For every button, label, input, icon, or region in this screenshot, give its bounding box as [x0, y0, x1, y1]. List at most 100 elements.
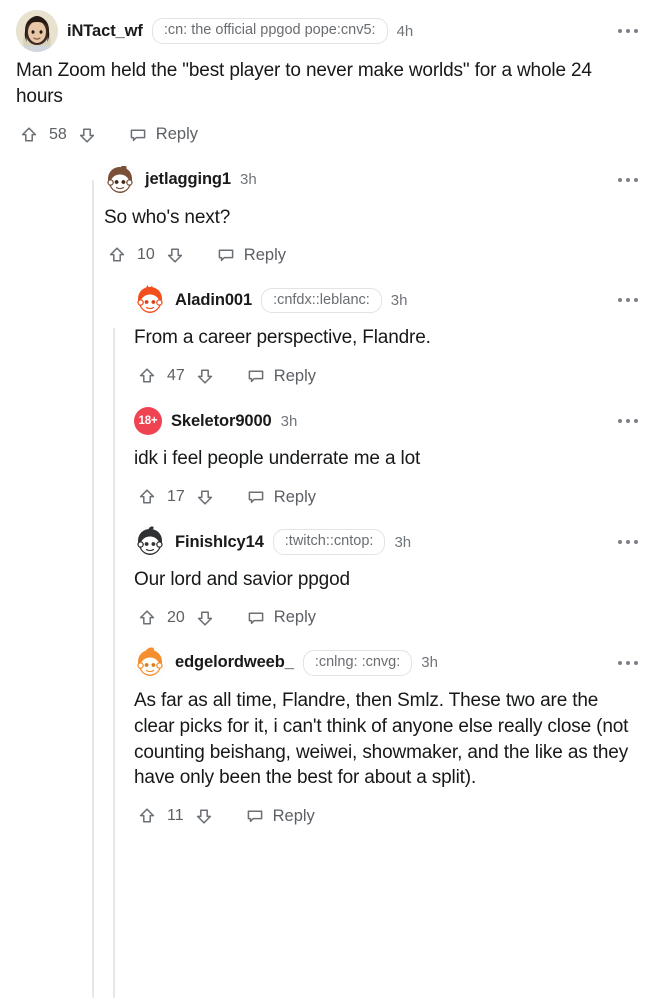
vote-score: 47	[167, 367, 185, 385]
comment-actions: 20 Reply	[134, 605, 642, 635]
comment-bubble-icon	[248, 370, 264, 383]
comment-bubble-icon	[248, 612, 264, 625]
vote-group: 17	[134, 484, 218, 510]
snoo-avatar-icon	[134, 646, 166, 679]
comment-header: 18+ Skeletor9000 3h	[134, 403, 642, 439]
upvote-arrow-icon[interactable]	[16, 122, 42, 148]
comment-timestamp: 3h	[394, 533, 412, 551]
comment-header: jetlagging1 3h	[104, 162, 642, 198]
reply-button[interactable]: Reply	[242, 363, 320, 389]
more-options-icon[interactable]	[614, 413, 642, 429]
upvote-arrow-icon[interactable]	[134, 803, 160, 829]
downvote-arrow-icon[interactable]	[162, 242, 188, 268]
upvote-arrow-icon[interactable]	[104, 242, 130, 268]
reply-button[interactable]: Reply	[242, 484, 320, 510]
vote-group: 10	[104, 242, 188, 268]
reply-label: Reply	[273, 487, 316, 506]
vote-score: 10	[137, 246, 155, 264]
vote-score: 11	[167, 807, 184, 825]
nsfw-18-plus-icon[interactable]: 18+	[134, 407, 162, 436]
comment-thread: iNTact_wf :cn: the official ppgod pope:c…	[0, 0, 656, 1000]
downvote-arrow-icon[interactable]	[191, 803, 217, 829]
user-flair: :cn: the official ppgod pope:cnv5:	[151, 18, 388, 44]
comment-body: idk i feel people underrate me a lot	[134, 448, 421, 470]
comment-username[interactable]: Aladin001	[175, 291, 252, 310]
comment-body: So who's next?	[104, 206, 231, 228]
avatar[interactable]	[134, 284, 166, 317]
comment-timestamp: 3h	[240, 171, 257, 189]
comment-timestamp: 3h	[390, 291, 408, 309]
comment-body: From a career perspective, Flandre.	[134, 327, 431, 349]
comment-timestamp: 4h	[396, 22, 414, 40]
reply-label: Reply	[273, 608, 316, 627]
avatar[interactable]	[16, 10, 58, 52]
avatar[interactable]	[104, 163, 136, 196]
user-flair: :cnfdx::leblanc:	[261, 287, 382, 314]
comment-bubble-icon	[130, 129, 146, 141]
comment-body: Man Zoom held the "best player to never …	[16, 60, 597, 107]
vote-group: 11	[134, 803, 217, 829]
downvote-arrow-icon[interactable]	[192, 363, 218, 389]
reply-button[interactable]: Reply	[124, 122, 202, 148]
snoo-avatar-icon	[134, 284, 166, 317]
more-options-icon[interactable]	[614, 655, 642, 671]
comment-username[interactable]: jetlagging1	[145, 170, 231, 189]
avatar[interactable]	[134, 646, 166, 679]
upvote-arrow-icon[interactable]	[134, 484, 160, 510]
vote-score: 17	[167, 488, 185, 506]
comment-actions: 11 Reply	[134, 803, 642, 833]
vote-group: 20	[134, 605, 218, 631]
user-flair: :cnlng: :cnvg:	[302, 650, 413, 676]
reply-button[interactable]: Reply	[241, 803, 319, 829]
downvote-arrow-icon[interactable]	[74, 122, 100, 148]
comment-timestamp: 3h	[421, 654, 438, 672]
comment-username[interactable]: Skeletor9000	[171, 412, 272, 431]
vote-score: 58	[49, 125, 67, 143]
more-options-icon[interactable]	[614, 534, 642, 550]
comment-body: As far as all time, Flandre, then Smlz. …	[134, 689, 634, 789]
comment-actions: 47 Reply	[134, 363, 642, 393]
vote-group: 47	[134, 363, 218, 389]
user-photo-avatar	[16, 10, 58, 52]
snoo-avatar-icon	[104, 163, 136, 196]
reply-button[interactable]: Reply	[242, 605, 320, 631]
comment-item[interactable]: edgelordweeb_ :cnlng: :cnvg: 3h As far a…	[0, 635, 656, 833]
user-flair: :twitch::cntop:	[272, 529, 386, 555]
reply-label: Reply	[155, 125, 198, 144]
comment-header: FinishIcy14 :twitch::cntop: 3h	[134, 524, 642, 560]
more-options-icon[interactable]	[614, 292, 642, 308]
more-options-icon[interactable]	[614, 23, 642, 39]
comment-header: Aladin001 :cnfdx::leblanc: 3h	[134, 282, 642, 318]
comment-item[interactable]: 18+ Skeletor9000 3h idk i feel people un…	[0, 393, 656, 514]
comment-bubble-icon	[248, 491, 264, 504]
comment-bubble-icon	[247, 810, 262, 823]
reply-label: Reply	[272, 806, 315, 825]
comment-header: iNTact_wf :cn: the official ppgod pope:c…	[16, 10, 642, 52]
comment-timestamp: 3h	[280, 412, 298, 430]
comment-item[interactable]: iNTact_wf :cn: the official ppgod pope:c…	[0, 0, 656, 152]
downvote-arrow-icon[interactable]	[192, 605, 218, 631]
downvote-arrow-icon[interactable]	[192, 484, 218, 510]
reply-label: Reply	[273, 366, 316, 385]
comment-username[interactable]: edgelordweeb_	[175, 653, 294, 672]
comment-item[interactable]: Aladin001 :cnfdx::leblanc: 3h From a car…	[0, 272, 656, 393]
reply-button[interactable]: Reply	[212, 242, 290, 268]
comment-actions: 17 Reply	[134, 484, 642, 514]
comment-header: edgelordweeb_ :cnlng: :cnvg: 3h	[134, 645, 642, 681]
more-options-icon[interactable]	[614, 172, 642, 188]
comment-bubble-icon	[218, 249, 234, 262]
snoo-avatar-icon	[134, 526, 166, 559]
comment-item[interactable]: FinishIcy14 :twitch::cntop: 3h Our lord …	[0, 514, 656, 635]
upvote-arrow-icon[interactable]	[134, 363, 160, 389]
comment-actions: 58 Reply	[16, 122, 642, 152]
upvote-arrow-icon[interactable]	[134, 605, 160, 631]
comment-username[interactable]: iNTact_wf	[67, 22, 143, 41]
comment-body: Our lord and savior ppgod	[134, 569, 350, 591]
avatar[interactable]	[134, 526, 166, 559]
vote-group: 58	[16, 122, 100, 148]
comment-actions: 10 Reply	[104, 242, 642, 272]
reply-label: Reply	[243, 245, 286, 264]
comment-item[interactable]: jetlagging1 3h So who's next? 10 Reply	[0, 152, 656, 273]
comment-username[interactable]: FinishIcy14	[175, 533, 264, 552]
vote-score: 20	[167, 608, 185, 626]
